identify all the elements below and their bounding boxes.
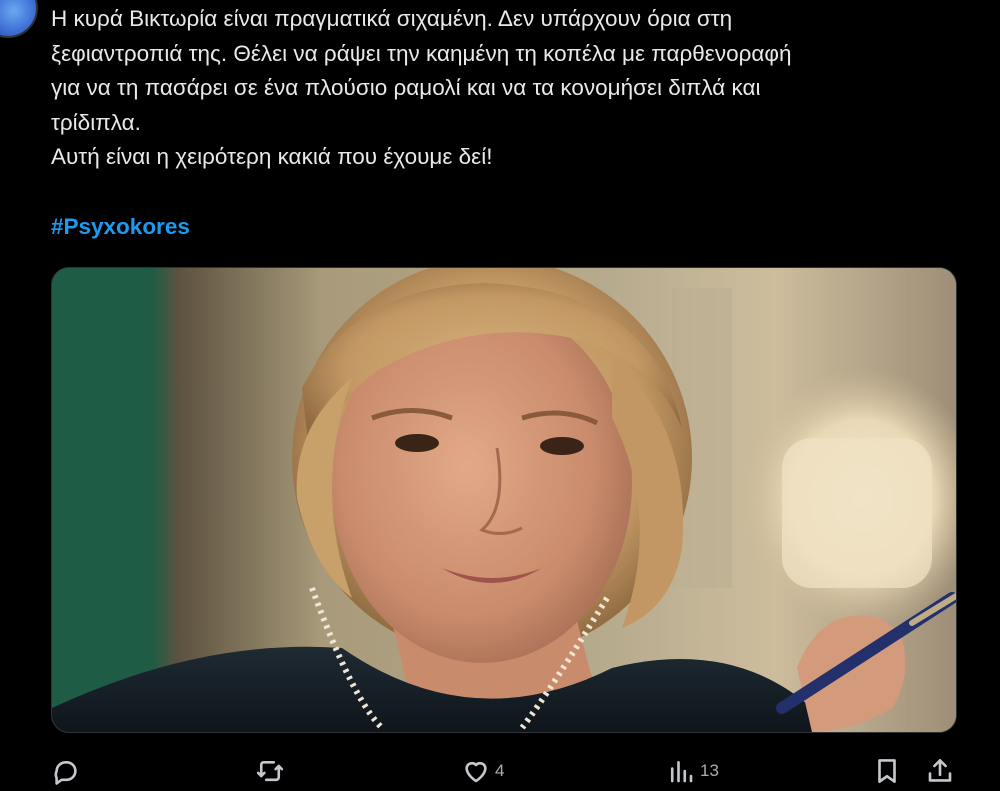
hashtag-link[interactable]: #Psyxokores [51, 210, 190, 244]
media-photo [52, 268, 956, 732]
tweet-text-line: Αυτή είναι η χειρότερη κακιά που έχουμε … [51, 144, 493, 169]
tweet-text-line: Η κυρά Βικτωρία είναι πραγματικά σιχαμέν… [51, 6, 733, 31]
tweet-text-line: για να τη πασάρει σε ένα πλούσιο ραμολί … [51, 75, 761, 100]
retweet-button[interactable] [255, 751, 285, 791]
views-count: 13 [700, 761, 719, 780]
tweet-text-line: ξεφιαντροπιά της. Θέλει να ράψει την καη… [51, 40, 792, 66]
bookmark-icon [878, 759, 896, 783]
reply-icon [54, 760, 77, 785]
avatar[interactable] [0, 0, 38, 38]
tweet-text-line: τρίδιπλα. [51, 109, 141, 135]
views-button[interactable]: 13 [666, 751, 719, 791]
tweet-text: Η κυρά Βικτωρία είναι πραγματικά σιχαμέν… [51, 2, 951, 175]
share-icon [928, 759, 952, 782]
share-button[interactable] [925, 751, 955, 791]
reply-button[interactable] [51, 751, 81, 791]
views-chart-icon [670, 760, 693, 783]
like-count: 4 [495, 761, 505, 780]
like-button[interactable]: 4 [461, 751, 504, 791]
bookmark-button[interactable] [872, 751, 902, 791]
tweet-media-image[interactable] [51, 267, 957, 733]
retweet-icon [256, 760, 284, 782]
tweet-action-bar: 4 13 [51, 751, 956, 791]
heart-icon [465, 761, 487, 783]
